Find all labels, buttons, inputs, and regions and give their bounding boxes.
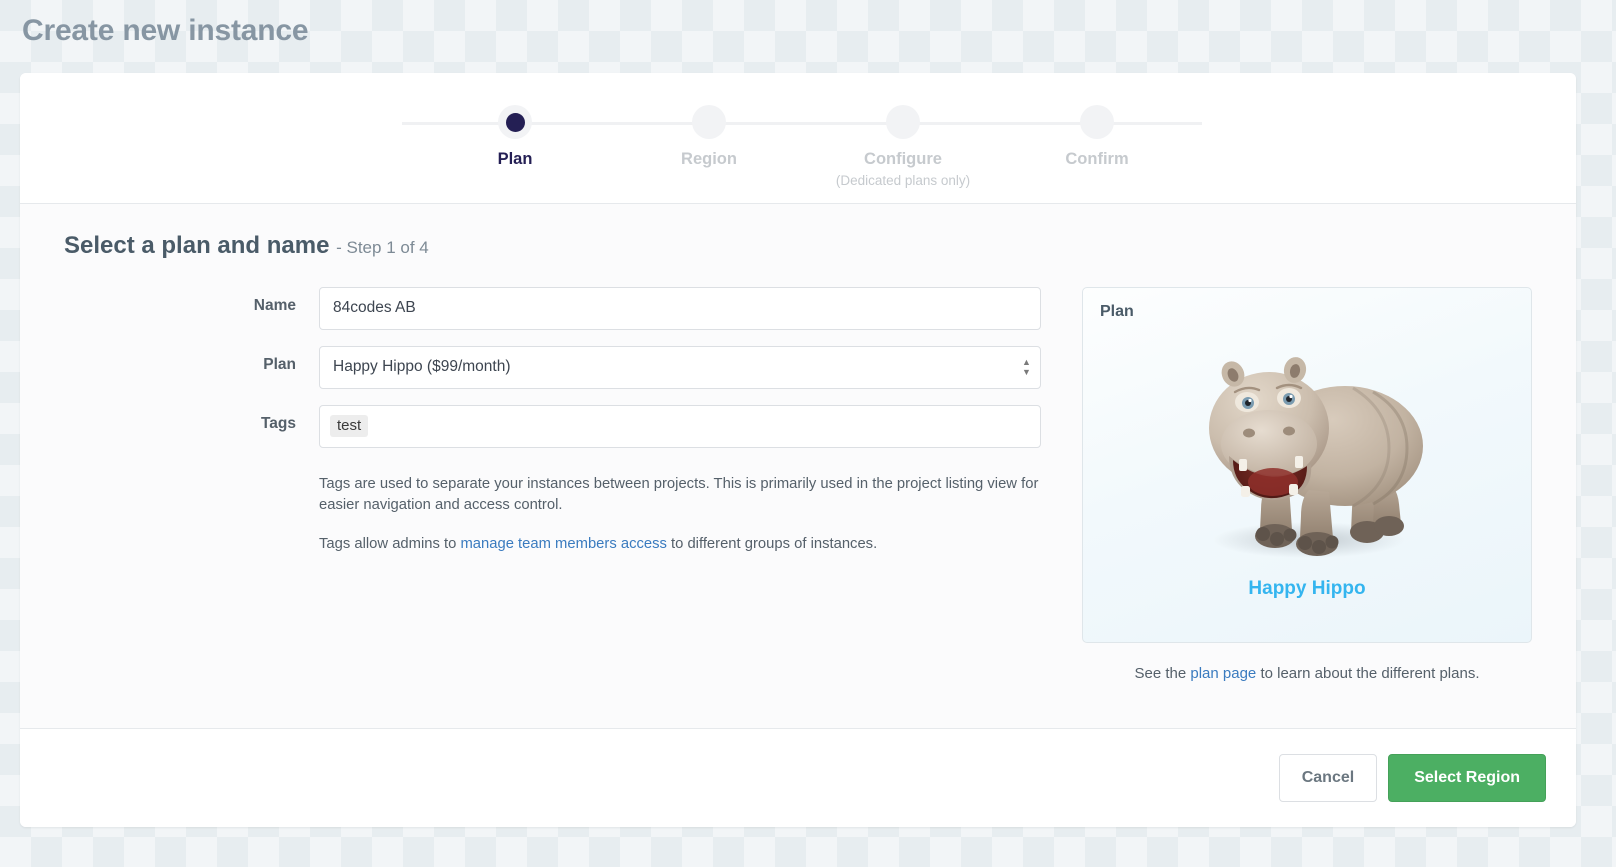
plan-label: Plan (263, 355, 296, 373)
chevron-updown-icon[interactable]: ▲ ▼ (1021, 358, 1032, 377)
wizard-footer: Cancel Select Region (20, 729, 1576, 827)
section-title: Select a plan and name - Step 1 of 4 (64, 232, 1532, 261)
page-title: Create new instance (22, 14, 309, 47)
plan-page-link[interactable]: plan page (1190, 665, 1256, 682)
plan-page-note: See the plan page to learn about the dif… (1082, 665, 1532, 682)
tags-helper-line-1: Tags are used to separate your instances… (319, 475, 1039, 514)
plan-preview-card: Plan Happy Hippo (1082, 286, 1532, 643)
plan-preview-name: Happy Hippo (1248, 577, 1366, 599)
create-instance-card: Plan Region Configure (Dedicated plans o… (20, 73, 1576, 827)
plan-select[interactable]: Happy Hippo ($99/month) (319, 345, 1041, 389)
tag-chip[interactable]: test (330, 415, 369, 438)
cancel-button[interactable]: Cancel (1278, 754, 1378, 802)
select-region-button[interactable]: Select Region (1388, 754, 1546, 802)
step-label-plan: Plan (497, 150, 533, 168)
section-step-counter: - Step 1 of 4 (336, 238, 429, 257)
step-label-confirm: Confirm (1065, 150, 1129, 168)
tags-helper-line-2: Tags allow admins to manage team members… (319, 534, 1041, 555)
helper-line2-before: Tags allow admins to (319, 535, 461, 552)
plan-note-before: See the (1134, 664, 1191, 682)
plan-preview-title: Plan (1100, 302, 1134, 320)
hippo-illustration-icon (1209, 356, 1423, 558)
wizard-body: Select a plan and name - Step 1 of 4 Nam… (20, 204, 1576, 729)
step-label-configure: Configure (864, 150, 942, 168)
form-row-tags: Tags test (64, 404, 1044, 448)
step-dot-configure (886, 105, 920, 139)
form-row-plan: Plan Happy Hippo ($99/month) ▲ ▼ (64, 345, 1044, 389)
tags-input[interactable]: test (319, 404, 1041, 448)
stepper-step-confirm[interactable]: Confirm (1027, 105, 1167, 170)
plan-preview-panel: Plan Happy Hippo See the plan page to le… (1044, 286, 1532, 682)
step-dot-region (692, 105, 726, 139)
wizard-stepper: Plan Region Configure (Dedicated plans o… (20, 73, 1576, 204)
name-label: Name (253, 296, 296, 314)
tags-label: Tags (260, 414, 296, 432)
tags-helper-text: Tags are used to separate your instances… (319, 464, 1041, 555)
stepper-step-region[interactable]: Region (639, 105, 779, 170)
section-title-text: Select a plan and name (64, 232, 330, 259)
name-input[interactable] (319, 286, 1041, 330)
stepper-step-plan[interactable]: Plan (445, 105, 585, 170)
instance-form: Name Plan Happy Hippo ($99/month) ▲ (64, 286, 1044, 682)
form-row-name: Name (64, 286, 1044, 330)
stepper-track: Plan Region Configure (Dedicated plans o… (402, 105, 1202, 205)
plan-select-value: Happy Hippo ($99/month) (333, 358, 511, 376)
step-sublabel-configure: (Dedicated plans only) (835, 172, 971, 188)
step-dot-confirm (1080, 105, 1114, 139)
step-label-region: Region (681, 150, 737, 168)
helper-line2-after: to different groups of instances. (666, 535, 878, 552)
plan-note-after: to learn about the different plans. (1256, 664, 1480, 682)
step-dot-plan (498, 105, 532, 139)
manage-team-members-access-link[interactable]: manage team members access (460, 536, 666, 552)
stepper-step-configure[interactable]: Configure (Dedicated plans only) (833, 105, 973, 188)
